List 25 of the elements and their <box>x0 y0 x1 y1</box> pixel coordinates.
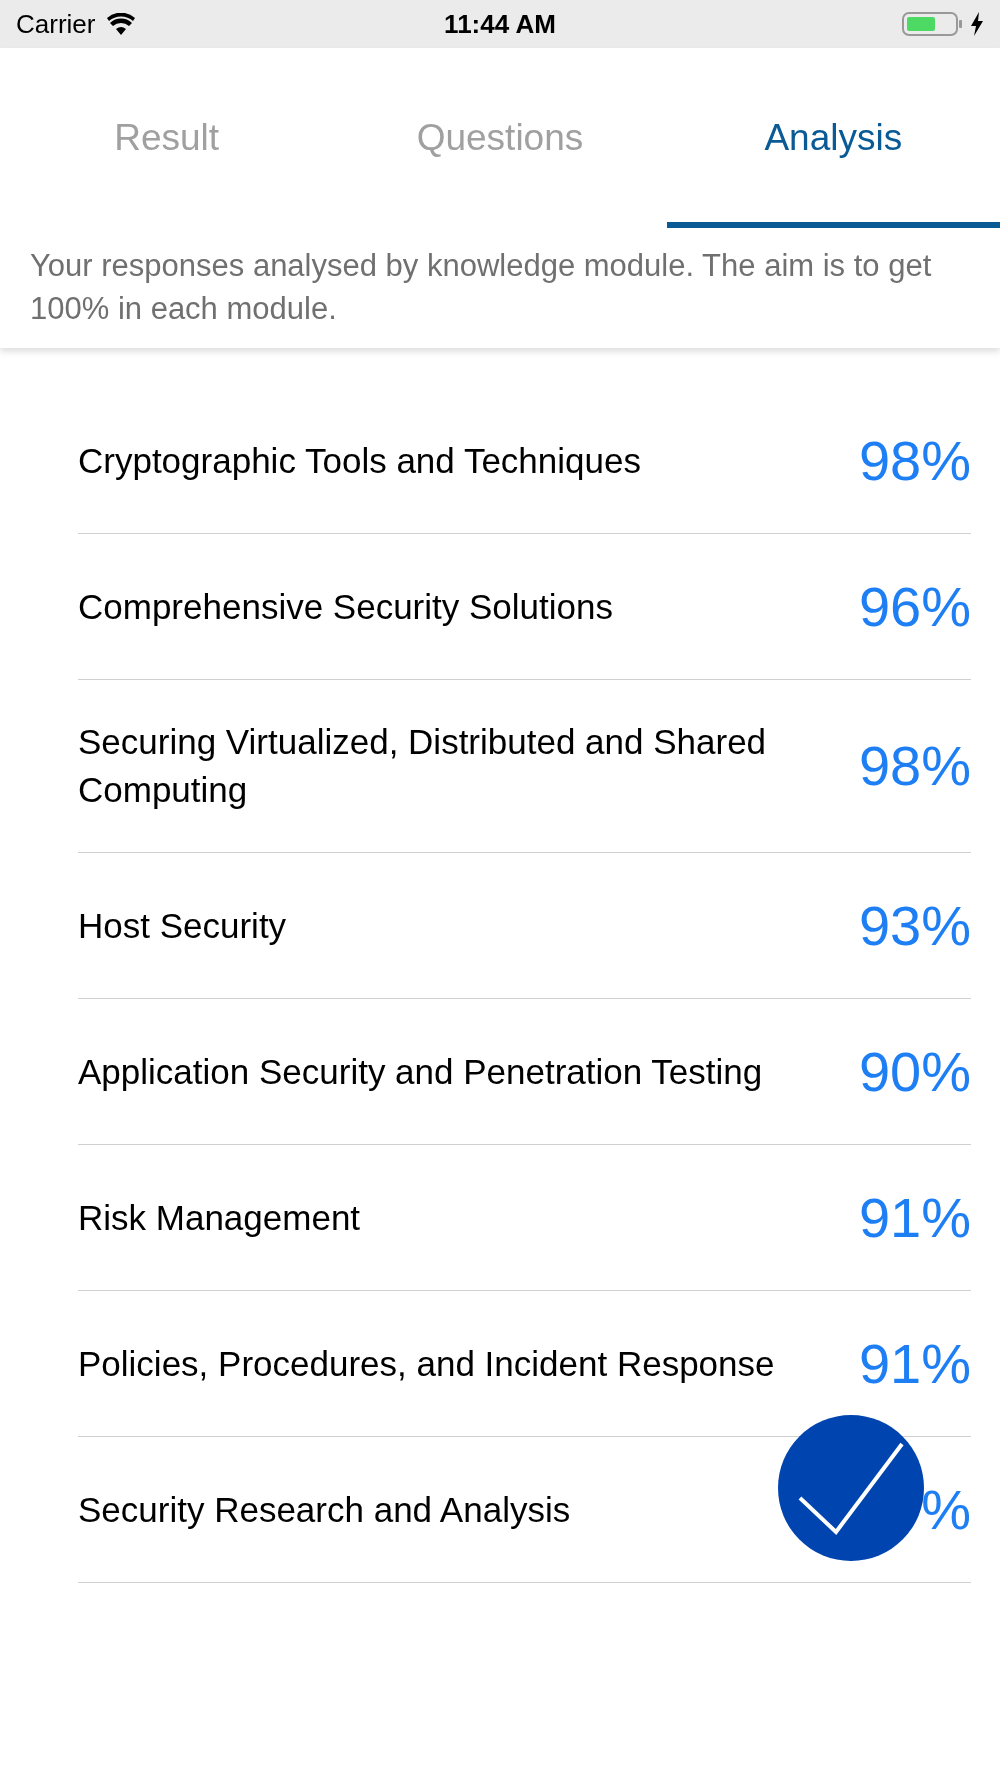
module-name: Risk Management <box>78 1196 362 1239</box>
module-score: 96% <box>858 574 971 639</box>
module-name: Comprehensive Security Solutions <box>78 585 614 628</box>
module-name: Host Security <box>78 904 288 947</box>
module-score: 91% <box>858 1331 971 1396</box>
module-score: 90% <box>858 1039 971 1104</box>
description-text: Your responses analysed by knowledge module. The aim is to get 100% in each module. <box>29 247 933 328</box>
wifi-icon <box>107 13 136 35</box>
module-name: Cryptographic Tools and Techniques <box>78 439 642 482</box>
tab[interactable]: Result <box>0 48 334 228</box>
module-name: Securing Virtualized, Distributed and Shared Computing <box>78 721 768 811</box>
checkmark-icon <box>796 1440 906 1536</box>
charging-icon <box>970 12 984 36</box>
module-name: Application Security and Penetration Testing <box>78 1050 764 1093</box>
module-score: 98% <box>858 734 971 798</box>
module-score: 91% <box>858 1185 971 1250</box>
carrier-label: Carrier <box>16 7 96 41</box>
module-score: % <box>921 1477 971 1542</box>
module-score: 98% <box>858 428 971 493</box>
clock-label: 11:44 AM <box>444 7 556 41</box>
tab[interactable]: Questions <box>333 48 667 228</box>
module-score: 93% <box>858 893 971 958</box>
module-name: Policies, Procedures, and Incident Response <box>78 1342 776 1385</box>
tab[interactable]: Analysis <box>666 48 1000 228</box>
module-name: Security Research and Analysis <box>78 1488 572 1531</box>
